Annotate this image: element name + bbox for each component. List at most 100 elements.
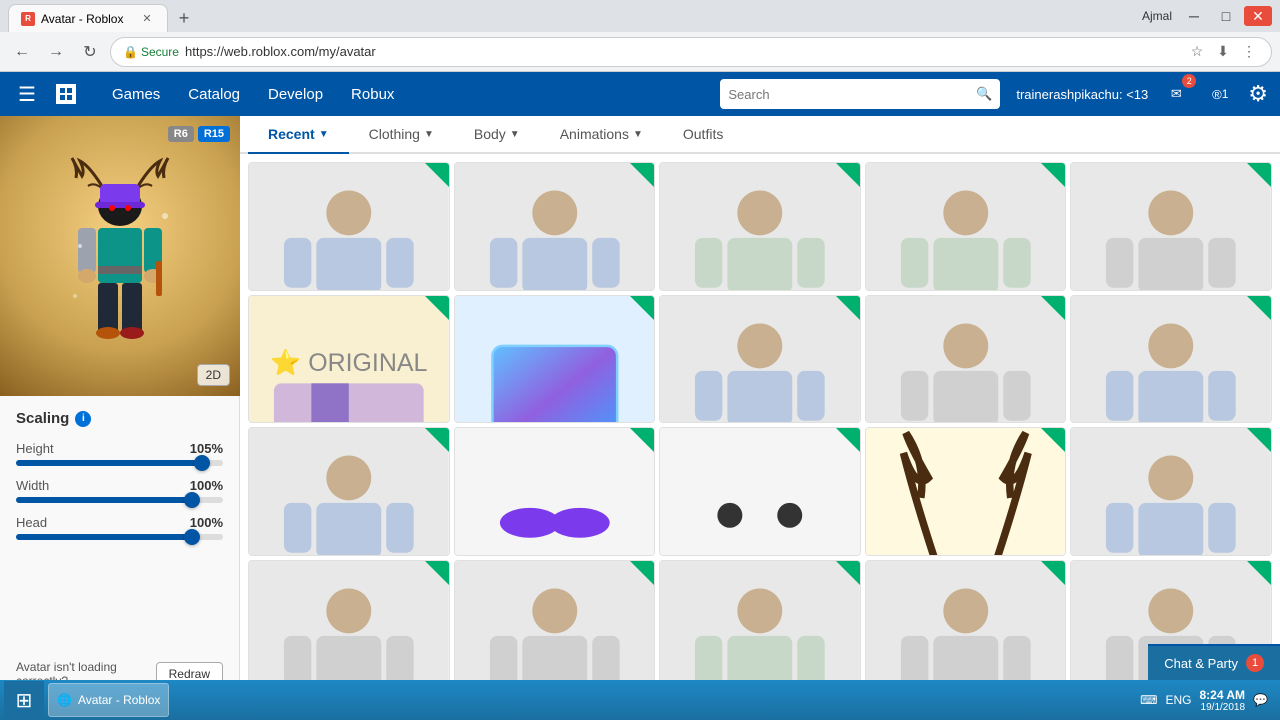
browser-tab-active[interactable]: R Avatar - Roblox ✕	[8, 4, 168, 32]
item-card[interactable]: Shiny Teeth	[659, 427, 861, 556]
item-card[interactable]: Korblox Mage T...	[659, 162, 861, 291]
height-label: Height	[16, 441, 54, 456]
maximize-button[interactable]: □	[1212, 6, 1240, 26]
search-input[interactable]	[728, 87, 970, 102]
item-card[interactable]: Starry Rune Ant...	[865, 427, 1067, 556]
item-card[interactable]: ⭐ ORIGINAL ⭐ ORIGINAL...⭐ ORIGINAL ...	[248, 295, 450, 424]
search-icon[interactable]: 🔍	[976, 86, 992, 102]
item-card[interactable]: Roblox 2.0 Torso	[865, 162, 1067, 291]
messages-button[interactable]: ✉ 2	[1160, 78, 1192, 110]
item-corner-badge	[630, 163, 654, 187]
width-slider-group: Width 100%	[16, 478, 223, 503]
lock-icon: 🔒	[123, 45, 138, 59]
tab-body[interactable]: Body ▼	[454, 116, 540, 154]
close-button[interactable]: ✕	[1244, 6, 1272, 26]
window-controls: ─ □ ✕	[1180, 6, 1272, 26]
tab-outfits[interactable]: Outfits	[663, 116, 743, 154]
tab-recent[interactable]: Recent ▼	[248, 116, 349, 154]
nav-catalog[interactable]: Catalog	[174, 72, 254, 116]
item-card[interactable]: Roblox 2.0 Righ...	[865, 295, 1067, 424]
robux-count: 1	[1222, 87, 1229, 101]
tab-clothing[interactable]: Clothing ▼	[349, 116, 454, 154]
item-card[interactable]: □□□□Shiny G...	[1070, 427, 1272, 556]
r15-badge[interactable]: R15	[198, 126, 230, 142]
recent-dropdown-arrow: ▼	[319, 129, 329, 140]
robux-button[interactable]: ® 1	[1204, 78, 1236, 110]
item-corner-badge	[1247, 561, 1271, 585]
item-corner-badge	[1247, 296, 1271, 320]
hamburger-menu-button[interactable]: ☰	[12, 76, 42, 113]
nav-robux[interactable]: Robux	[337, 72, 408, 116]
item-corner-badge	[836, 163, 860, 187]
taskbar-item-icon: 🌐	[57, 693, 72, 707]
new-tab-button[interactable]: +	[170, 4, 198, 32]
head-slider-row: Head 100%	[16, 515, 223, 530]
width-value: 100%	[190, 478, 223, 493]
taskbar-item-chrome[interactable]: 🌐 Avatar - Roblox	[48, 683, 169, 717]
item-card[interactable]: Korblox Mage R...	[659, 295, 861, 424]
roblox-logo[interactable]	[50, 78, 82, 110]
address-bar[interactable]: 🔒 Secure https://web.roblox.com/my/avata…	[110, 37, 1272, 67]
messages-badge: 2	[1182, 74, 1196, 88]
item-image	[249, 428, 449, 556]
nav-develop[interactable]: Develop	[254, 72, 337, 116]
head-slider-thumb[interactable]	[184, 529, 200, 545]
titlebar-right: Ajmal ─ □ ✕	[1142, 6, 1272, 26]
item-corner-badge	[1041, 428, 1065, 452]
height-slider-track[interactable]	[16, 460, 223, 466]
item-card[interactable]: Roblox 2.0 Left ...	[248, 560, 450, 689]
avatar-badges: R6 R15	[168, 126, 230, 142]
item-card[interactable]: Ninja Swim	[248, 162, 450, 291]
item-image	[660, 163, 860, 291]
view-2d-button[interactable]: 2D	[197, 364, 230, 386]
forward-button[interactable]: →	[42, 38, 70, 66]
settings-icon[interactable]: ⚙	[1248, 81, 1268, 107]
clothing-dropdown-arrow: ▼	[424, 129, 434, 140]
start-button[interactable]: ⊞	[4, 681, 44, 719]
height-value: 105%	[190, 441, 223, 456]
item-card[interactable]: Frost Guard Ge...	[659, 560, 861, 689]
browser-addressbar: ← → ↻ 🔒 Secure https://web.roblox.com/my…	[0, 32, 1280, 72]
item-image	[866, 296, 1066, 424]
refresh-button[interactable]: ↻	[76, 38, 104, 66]
download-icon[interactable]: ⬇	[1213, 42, 1233, 62]
width-slider-track[interactable]	[16, 497, 223, 503]
width-slider-row: Width 100%	[16, 478, 223, 493]
item-card[interactable]: Roblox 2.0 Righ...	[454, 560, 656, 689]
taskbar-item-label: Avatar - Roblox	[78, 693, 160, 707]
chat-badge: 1	[1246, 654, 1264, 672]
item-card[interactable]: Korblox Mage L...	[865, 560, 1067, 689]
nav-games[interactable]: Games	[98, 72, 174, 116]
back-button[interactable]: ←	[8, 38, 36, 66]
chat-party-button[interactable]: Chat & Party 1	[1148, 644, 1280, 680]
head-value: 100%	[190, 515, 223, 530]
r6-badge[interactable]: R6	[168, 126, 194, 142]
category-tabs: Recent ▼ Clothing ▼ Body ▼ Animations ▼ …	[240, 116, 1280, 154]
roblox-logo-svg	[50, 78, 82, 110]
item-card[interactable]: Purple Alien	[454, 427, 656, 556]
height-slider-thumb[interactable]	[194, 455, 210, 471]
minimize-button[interactable]: ─	[1180, 6, 1208, 26]
search-box[interactable]: 🔍	[720, 79, 1000, 109]
item-card[interactable]: Snake Eyes	[1070, 162, 1272, 291]
item-card[interactable]: Ninja Climb	[454, 162, 656, 291]
item-card[interactable]: ICE ICE ICE ICE I...	[454, 295, 656, 424]
item-card[interactable]: Roblox 2.0 Left ...	[248, 427, 450, 556]
item-card[interactable]: Frost Guard Ge...	[1070, 295, 1272, 424]
avatar-figure	[60, 156, 180, 356]
item-corner-badge	[425, 163, 449, 187]
bookmark-icon[interactable]: ☆	[1187, 42, 1207, 62]
item-image	[455, 561, 655, 689]
head-slider-track[interactable]	[16, 534, 223, 540]
items-grid: Ninja Swim Ninja Climb Korblox Mage T...…	[240, 154, 1280, 696]
item-image	[660, 296, 860, 424]
roblox-navbar: ☰ Games Catalog Develop Robux 🔍 trainera…	[0, 72, 1280, 116]
more-icon[interactable]: ⋮	[1239, 42, 1259, 62]
tab-animations[interactable]: Animations ▼	[540, 116, 663, 154]
notification-icon[interactable]: 💬	[1253, 693, 1268, 707]
width-slider-thumb[interactable]	[184, 492, 200, 508]
scaling-info-icon[interactable]: i	[75, 411, 91, 427]
taskbar-time: 8:24 AM	[1199, 688, 1245, 702]
tab-close-button[interactable]: ✕	[139, 11, 155, 27]
tab-favicon: R	[21, 12, 35, 26]
